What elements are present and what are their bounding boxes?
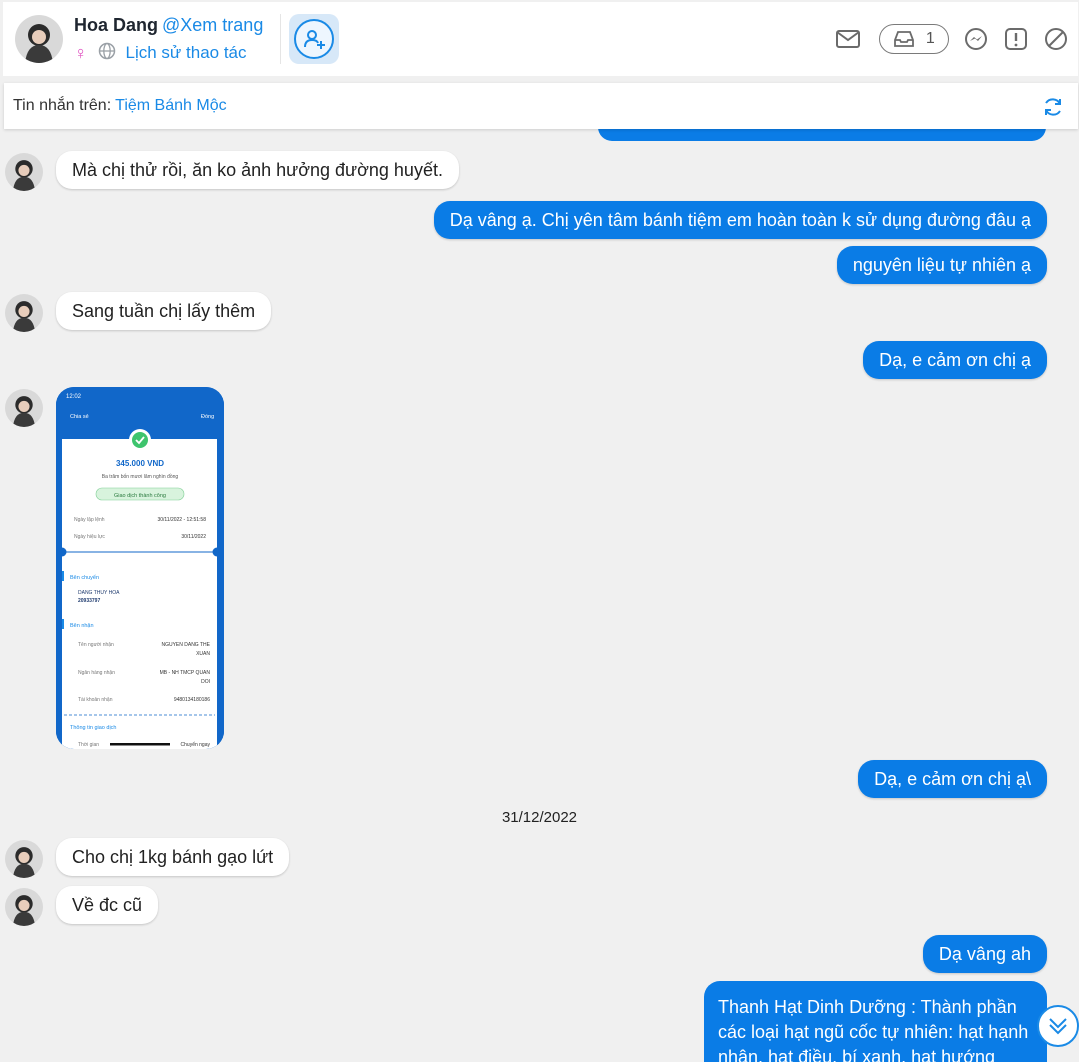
messenger-icon[interactable]	[963, 26, 989, 52]
customer-avatar[interactable]	[15, 15, 63, 63]
message-bubble-outgoing[interactable]: nguyên liệu tự nhiên ạ	[836, 246, 1047, 284]
message-bubble-outgoing[interactable]: Thanh Hạt Dinh Dưỡng : Thành phần các lo…	[704, 981, 1047, 1062]
receipt-receiver-section: Bên nhận	[70, 623, 94, 629]
message-bubble-outgoing[interactable]: Dạ vâng ah	[922, 935, 1047, 973]
message-bubble-incoming[interactable]: Cho chị 1kg bánh gạo lứt	[56, 838, 290, 876]
add-user-icon	[304, 30, 325, 49]
receipt-bank-2: DOI	[201, 679, 210, 685]
customer-avatar	[5, 888, 43, 926]
receipt-receiver-name-1: NGUYEN DANG THE	[161, 642, 210, 648]
message-bubble-outgoing[interactable]: Dạ, e cảm ơn chị ạ	[863, 341, 1047, 379]
message-bubble-incoming[interactable]: Sang tuần chị lấy thêm	[56, 292, 272, 330]
view-page-link[interactable]: @Xem trang	[162, 15, 263, 35]
message-bubble-outgoing[interactable]: Dạ, e cảm ơn chị ạ\	[858, 760, 1047, 798]
history-link[interactable]: Lịch sử thao tác	[126, 43, 247, 63]
receipt-tx-section: Thông tin giao dịch	[70, 725, 116, 731]
payment-receipt-image[interactable]: 12:02 Chia sẻ Đóng 345.000 VND Ba trăm b…	[56, 387, 224, 749]
customer-name: Hoa Dang	[74, 15, 159, 35]
inbox-button[interactable]: 1	[879, 24, 949, 54]
receipt-status: Giao dịch thành công	[114, 493, 166, 499]
customer-meta: ♀ Lịch sử thao tác	[74, 42, 247, 64]
receipt-created-value: 30/11/2022 - 12:51:58	[157, 517, 206, 523]
message-bubble-incoming[interactable]: Mà chị thử rồi, ăn ko ảnh hưởng đường hu…	[56, 151, 459, 189]
receipt-tx-time-label: Thời gian	[78, 742, 99, 748]
receipt-close[interactable]: Đóng	[201, 414, 214, 420]
scroll-to-bottom-button[interactable]	[1037, 1005, 1079, 1047]
message-list[interactable]: Mà chị thử rồi, ăn ko ảnh hưởng đường hu…	[0, 129, 1079, 1062]
header-divider	[280, 14, 281, 64]
mail-icon[interactable]	[835, 26, 861, 52]
receipt-amount: 345.000 VND	[116, 459, 164, 468]
receipt-sender-section: Bên chuyển	[70, 574, 99, 581]
receipt-sender-name: DANG THUY HOA	[78, 590, 120, 596]
customer-name-line: Hoa Dang @Xem trang	[74, 15, 263, 36]
message-bubble-outgoing[interactable]: Dạ vâng ạ. Chị yên tâm bánh tiệm em hoàn…	[433, 201, 1047, 239]
message-bubble-outgoing-partial	[598, 129, 1046, 141]
receipt-receiver-name-label: Tên người nhận	[78, 642, 114, 648]
customer-avatar	[5, 840, 43, 878]
add-friend-button[interactable]	[289, 14, 339, 64]
receipt-created-label: Ngày lập lệnh	[74, 517, 105, 523]
receipt-amount-words: Ba trăm bốn mươi lăm nghìn đồng	[102, 474, 179, 480]
refresh-icon[interactable]	[1042, 96, 1064, 123]
receipt-account-value: 9480134180186	[174, 697, 210, 703]
customer-avatar	[5, 389, 43, 427]
receipt-share[interactable]: Chia sẻ	[70, 414, 89, 420]
inbox-count: 1	[925, 30, 935, 47]
customer-avatar	[5, 153, 43, 191]
customer-avatar	[5, 294, 43, 332]
inbox-icon	[894, 31, 915, 47]
receipt-account-label: Tài khoản nhận	[78, 697, 113, 703]
page-source-label: Tin nhắn trên:	[13, 97, 112, 114]
receipt-tx-time-value: Chuyển ngay	[181, 741, 211, 748]
globe-icon	[98, 42, 116, 65]
conversation-header: Hoa Dang @Xem trang ♀ Lịch sử thao tác 1	[3, 2, 1078, 76]
receipt-receiver-name-2: XUAN	[196, 651, 210, 657]
female-icon: ♀	[74, 42, 88, 63]
receipt-time: 12:02	[66, 394, 82, 400]
date-separator: 31/12/2022	[501, 809, 578, 826]
receipt-sender-account: 20933797	[78, 598, 100, 604]
block-icon[interactable]	[1043, 26, 1069, 52]
page-source-bar: Tin nhắn trên: Tiệm Bánh Mộc	[4, 83, 1078, 129]
report-icon[interactable]	[1003, 26, 1029, 52]
double-chevron-down-icon	[1049, 1018, 1067, 1035]
receipt-bank-label: Ngân hàng nhận	[78, 670, 115, 676]
receipt-effective-label: Ngày hiệu lực	[74, 534, 105, 540]
message-bubble-incoming[interactable]: Về đc cũ	[56, 886, 159, 924]
receipt-effective-value: 30/11/2022	[181, 534, 206, 540]
receipt-bank-1: MB - NH TMCP QUAN	[160, 670, 211, 676]
page-source-name[interactable]: Tiệm Bánh Mộc	[115, 97, 226, 115]
